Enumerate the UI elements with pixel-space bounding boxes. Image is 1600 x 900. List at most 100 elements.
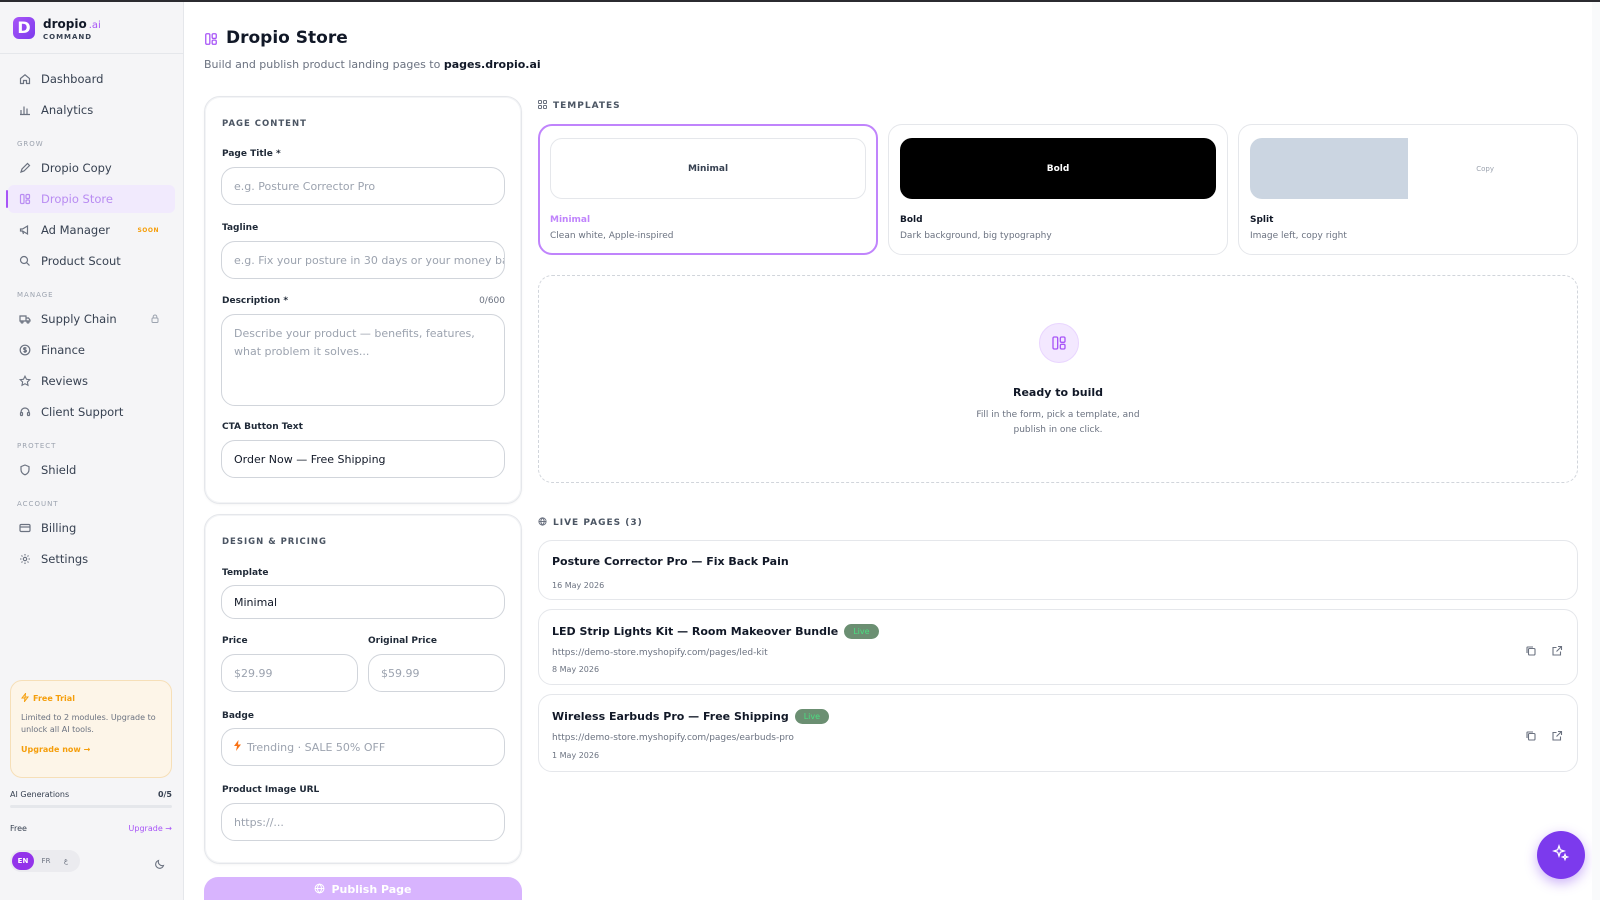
upgrade-now-link[interactable]: Upgrade now → bbox=[21, 745, 161, 754]
sidebar-item-label: Product Scout bbox=[41, 254, 121, 268]
sidebar-item-dashboard[interactable]: Dashboard bbox=[8, 65, 175, 93]
sidebar-item-client-support[interactable]: Client Support bbox=[8, 398, 175, 426]
description-counter: 0/600 bbox=[479, 296, 505, 306]
copy-icon[interactable] bbox=[1525, 727, 1537, 741]
dollar-icon bbox=[18, 343, 32, 357]
sidebar-item-finance[interactable]: Finance bbox=[8, 336, 175, 364]
window-top-border bbox=[0, 0, 1600, 2]
preview-empty-state: Ready to build Fill in the form, pick a … bbox=[538, 275, 1578, 483]
brand[interactable]: D dropio .ai COMMAND bbox=[0, 2, 183, 54]
lang-fr-button[interactable]: FR bbox=[38, 857, 54, 865]
free-trial-card: Free Trial Limited to 2 modules. Upgrade… bbox=[10, 680, 172, 778]
cta-input[interactable]: Order Now — Free Shipping bbox=[221, 440, 505, 478]
publish-label: Publish Page bbox=[331, 883, 412, 896]
status-badge: Live bbox=[844, 624, 879, 639]
sidebar-item-label: Client Support bbox=[41, 405, 124, 419]
moon-icon[interactable] bbox=[154, 855, 166, 869]
sidebar-item-supply-chain[interactable]: Supply Chain bbox=[8, 305, 175, 333]
lang-ar-button[interactable]: ع bbox=[58, 857, 74, 865]
pen-icon bbox=[18, 161, 32, 175]
soon-badge: SOON bbox=[137, 226, 159, 234]
badge-label: Badge bbox=[222, 711, 254, 721]
sidebar-item-settings[interactable]: Settings bbox=[8, 545, 175, 573]
page-subtitle: Build and publish product landing pages … bbox=[204, 58, 541, 71]
sidebar: D dropio .ai COMMAND Dashboard Analytics … bbox=[0, 2, 184, 900]
badge-placeholder: Trending · SALE 50% OFF bbox=[247, 740, 386, 754]
sidebar-item-product-scout[interactable]: Product Scout bbox=[8, 247, 175, 275]
live-page-url[interactable]: https://demo-store.myshopify.com/pages/e… bbox=[552, 733, 794, 743]
ai-generations-label: AI Generations bbox=[10, 790, 70, 799]
copy-icon[interactable] bbox=[1525, 642, 1537, 656]
brand-logo-icon: D bbox=[13, 16, 35, 39]
template-card-split[interactable]: Copy Split Image left, copy right bbox=[1238, 124, 1578, 255]
star-icon bbox=[18, 374, 32, 388]
image-url-input[interactable]: https://... bbox=[221, 803, 505, 841]
home-icon bbox=[18, 72, 32, 86]
template-card-minimal[interactable]: Minimal Minimal Clean white, Apple-inspi… bbox=[538, 124, 878, 255]
tagline-label: Tagline bbox=[222, 223, 259, 233]
template-preview: Bold bbox=[900, 138, 1216, 199]
live-page-row[interactable]: Posture Corrector Pro — Fix Back Pain 16… bbox=[538, 540, 1578, 600]
sidebar-item-dropio-copy[interactable]: Dropio Copy bbox=[8, 154, 175, 182]
globe-icon bbox=[314, 883, 325, 897]
live-page-row[interactable]: Wireless Earbuds Pro — Free Shipping Liv… bbox=[538, 694, 1578, 772]
live-page-row[interactable]: LED Strip Lights Kit — Room Makeover Bun… bbox=[538, 609, 1578, 685]
credit-card-icon bbox=[18, 521, 32, 535]
price-input[interactable]: $29.99 bbox=[221, 654, 358, 692]
search-icon bbox=[18, 254, 32, 268]
template-preview: Minimal bbox=[550, 138, 866, 199]
sidebar-item-label: Supply Chain bbox=[41, 312, 117, 326]
template-card-bold[interactable]: Bold Bold Dark background, big typograph… bbox=[888, 124, 1228, 255]
price-label: Price bbox=[222, 636, 248, 646]
sidebar-item-label: Dropio Store bbox=[41, 192, 113, 206]
layout-icon bbox=[204, 31, 218, 45]
empty-title: Ready to build bbox=[1013, 386, 1103, 399]
lang-en-button[interactable]: EN bbox=[12, 852, 34, 870]
live-pages-heading: LIVE PAGES (3) bbox=[538, 517, 643, 529]
templates-heading: TEMPLATES bbox=[538, 100, 621, 112]
sidebar-item-analytics[interactable]: Analytics bbox=[8, 96, 175, 124]
live-page-title: LED Strip Lights Kit — Room Makeover Bun… bbox=[552, 625, 839, 638]
description-textarea[interactable]: Describe your product — benefits, featur… bbox=[221, 314, 505, 406]
sidebar-item-dropio-store[interactable]: Dropio Store bbox=[6, 185, 175, 213]
template-name: Bold bbox=[900, 215, 923, 225]
page-scrollbar[interactable] bbox=[1592, 2, 1600, 900]
publish-page-button[interactable]: Publish Page bbox=[204, 877, 522, 900]
live-page-url[interactable]: https://demo-store.myshopify.com/pages/l… bbox=[552, 648, 768, 658]
sidebar-item-shield[interactable]: Shield bbox=[8, 456, 175, 484]
sidebar-item-label: Finance bbox=[41, 343, 85, 357]
truck-icon bbox=[18, 312, 32, 326]
image-placeholder bbox=[1250, 138, 1408, 199]
template-select[interactable]: Minimal bbox=[221, 585, 505, 619]
headset-icon bbox=[18, 405, 32, 419]
external-link-icon[interactable] bbox=[1551, 642, 1563, 656]
sparkles-icon bbox=[1552, 844, 1570, 866]
shield-icon bbox=[18, 463, 32, 477]
nav-section-grow: GROW bbox=[17, 140, 44, 148]
template-desc: Dark background, big typography bbox=[900, 231, 1052, 241]
template-name: Minimal bbox=[550, 215, 591, 225]
external-link-icon[interactable] bbox=[1551, 727, 1563, 741]
brand-sub: COMMAND bbox=[43, 32, 93, 41]
trial-text: Limited to 2 modules. Upgrade to unlock … bbox=[21, 713, 156, 734]
sidebar-item-billing[interactable]: Billing bbox=[8, 514, 175, 542]
upgrade-link[interactable]: Upgrade → bbox=[129, 824, 172, 833]
tagline-input[interactable]: e.g. Fix your posture in 30 days or your… bbox=[221, 241, 505, 279]
live-page-date: 16 May 2026 bbox=[552, 581, 605, 590]
badge-input[interactable]: Trending · SALE 50% OFF bbox=[221, 728, 505, 766]
sidebar-item-label: Reviews bbox=[41, 374, 89, 388]
page-title-input[interactable]: e.g. Posture Corrector Pro bbox=[221, 167, 505, 205]
sidebar-item-reviews[interactable]: Reviews bbox=[8, 367, 175, 395]
live-page-date: 1 May 2026 bbox=[552, 751, 600, 760]
lock-icon bbox=[151, 314, 159, 325]
template-desc: Clean white, Apple-inspired bbox=[550, 231, 674, 241]
sidebar-item-label: Dashboard bbox=[41, 72, 104, 86]
template-name: Split bbox=[1250, 215, 1274, 225]
live-page-title: Wireless Earbuds Pro — Free Shipping bbox=[552, 710, 789, 723]
nav-section-protect: PROTECT bbox=[17, 442, 57, 450]
layout-icon bbox=[1039, 323, 1079, 363]
ai-assistant-button[interactable] bbox=[1537, 831, 1585, 879]
original-price-input[interactable]: $59.99 bbox=[368, 654, 505, 692]
sidebar-item-ad-manager[interactable]: Ad Manager SOON bbox=[8, 216, 175, 244]
gear-icon bbox=[18, 552, 32, 566]
